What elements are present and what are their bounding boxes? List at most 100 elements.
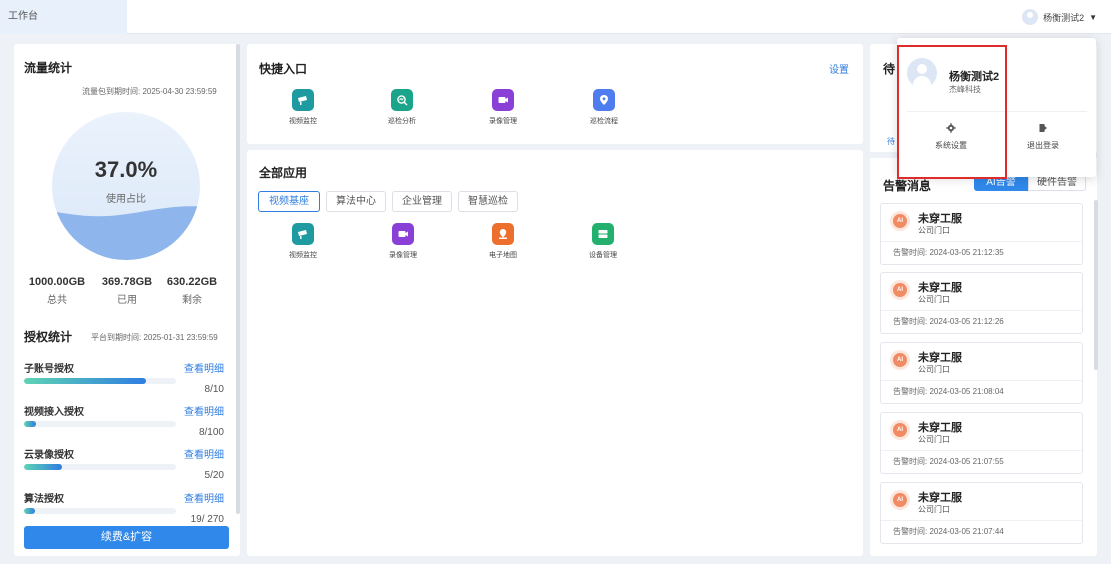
usage-percent-label: 使用占比 [106,194,146,205]
device-icon [592,223,614,245]
progress-track [24,508,176,514]
traffic-expiry: 流量包到期时间: 2025-04-30 23:59:59 [82,87,217,96]
quick-item-inspection-flow[interactable]: 巡检流程 [574,89,634,126]
auth-row-name: 子账号授权 [24,364,74,375]
auth-row-subaccount: 子账号授权 查看明细 8/10 [24,360,224,400]
quick-item-video-monitor[interactable]: 视频监控 [273,89,333,126]
progress-track [24,464,176,470]
app-label: 视频监控 [289,252,317,259]
progress-fill [24,378,146,384]
usage-gauge: 37.0% 使用占比 [52,112,200,260]
card-divider [881,241,1082,242]
alert-card-location: 公司门口 [918,505,950,514]
stat-total: 1000.00GB 总共 [22,276,92,306]
progress-fill [24,508,35,514]
quick-entry-title: 快捷入口 [259,62,308,76]
todo-link[interactable]: 待 [887,136,895,147]
avatar-icon [1022,9,1039,25]
card-divider [881,450,1082,451]
card-divider [881,380,1082,381]
renew-expand-button[interactable]: 续费&扩容 [24,526,229,549]
app-video-monitor[interactable]: 视频监控 [273,223,333,260]
logout-icon [1039,124,1047,132]
alert-card-time: 告警时间: 2024-03-05 21:07:55 [893,457,1004,466]
tab-enterprise-management[interactable]: 企业管理 [392,191,452,212]
alert-card-title: 未穿工服 [918,213,962,225]
stat-total-label: 总共 [47,295,67,306]
logout-button[interactable]: 退出登录 [1013,122,1073,151]
auth-row-cloud-record: 云录像授权 查看明细 5/20 [24,446,224,486]
card-divider [881,310,1082,311]
auth-row-name: 云录像授权 [24,450,74,461]
view-detail-link[interactable]: 查看明细 [184,360,224,375]
todo-title: 待 [883,62,896,76]
alert-card[interactable]: AI 未穿工服 公司门口 告警时间: 2024-03-05 21:12:26 [880,272,1083,334]
auth-row-count: 8/10 [204,384,224,395]
right-scrollbar[interactable] [1094,200,1098,370]
alert-card[interactable]: AI 未穿工服 公司门口 告警时间: 2024-03-05 21:07:44 [880,482,1083,544]
view-detail-link[interactable]: 查看明细 [184,403,224,418]
ai-badge-icon: AI [893,493,907,507]
app-electronic-map[interactable]: 电子地图 [473,223,533,260]
view-detail-link[interactable]: 查看明细 [184,490,224,505]
auth-title: 授权统计 [24,330,73,344]
alert-card-location: 公司门口 [918,365,950,374]
progress-track [24,421,176,427]
app-video-record[interactable]: 录像管理 [373,223,433,260]
progress-fill [24,464,62,470]
traffic-title: 流量统计 [24,61,73,75]
alert-card[interactable]: AI 未穿工服 公司门口 告警时间: 2024-03-05 21:12:35 [880,203,1083,265]
auth-row-count: 19/ 270 [190,514,224,525]
tab-algorithm-center[interactable]: 算法中心 [326,191,386,212]
video-record-icon [392,223,414,245]
alert-card-title: 未穿工服 [918,422,962,434]
app-label: 电子地图 [489,252,517,259]
alert-card[interactable]: AI 未穿工服 公司门口 告警时间: 2024-03-05 21:07:55 [880,412,1083,474]
tab-smart-inspection[interactable]: 智慧巡检 [458,191,518,212]
map-icon [492,223,514,245]
app-label: 录像管理 [389,252,417,259]
ai-badge-icon: AI [893,283,907,297]
caret-down-icon: ▼ [1089,12,1097,22]
user-menu-trigger[interactable]: 杨衡测试2 ▼ [1022,8,1097,26]
auth-row-name: 视频接入授权 [24,407,84,418]
tab-workbench[interactable]: 工作台 [0,0,127,34]
alert-card-time: 告警时间: 2024-03-05 21:07:44 [893,527,1004,536]
auth-row-count: 5/20 [204,470,224,481]
inspection-analysis-icon [391,89,413,111]
logout-label: 退出登录 [1027,141,1059,150]
video-record-icon [492,89,514,111]
tab-video-base[interactable]: 视频基座 [258,191,320,212]
alert-card-location: 公司门口 [918,435,950,444]
left-panel: 流量统计 流量包到期时间: 2025-04-30 23:59:59 37.0% … [14,44,240,556]
quick-entry-settings-link[interactable]: 设置 [829,61,849,76]
left-scrollbar[interactable] [236,44,240,514]
quick-item-video-record[interactable]: 录像管理 [473,89,533,126]
alert-card-location: 公司门口 [918,226,950,235]
stat-total-value: 1000.00GB [28,276,86,288]
camera-icon [292,89,314,111]
auth-row-name: 算法授权 [24,494,64,505]
quick-item-inspection-analysis[interactable]: 巡检分析 [372,89,432,126]
ai-badge-icon: AI [893,214,907,228]
alert-card-title: 未穿工服 [918,282,962,294]
gauge-wave [52,206,200,260]
quick-item-label: 录像管理 [489,118,517,125]
all-apps-panel: 全部应用 视频基座 算法中心 企业管理 智慧巡检 视频监控 录像管理 电子地图 … [247,150,863,556]
location-pin-icon [593,89,615,111]
app-device-management[interactable]: 设备管理 [573,223,633,260]
view-detail-link[interactable]: 查看明细 [184,446,224,461]
quick-item-label: 巡检流程 [590,118,618,125]
card-divider [881,520,1082,521]
quick-entry-panel: 快捷入口 设置 视频监控 巡检分析 录像管理 巡检流程 [247,44,863,144]
user-name: 杨衡测试2 [1043,12,1085,23]
usage-percent: 37.0% [94,157,158,182]
alert-card[interactable]: AI 未穿工服 公司门口 告警时间: 2024-03-05 21:08:04 [880,342,1083,404]
ai-badge-icon: AI [893,353,907,367]
alert-card-time: 告警时间: 2024-03-05 21:12:26 [893,317,1004,326]
all-apps-title: 全部应用 [259,166,308,180]
stat-used: 369.78GB 已用 [92,276,162,306]
alert-card-location: 公司门口 [918,295,950,304]
top-bar: 工作台 杨衡测试2 ▼ [0,0,1111,34]
auth-row-count: 8/100 [198,427,224,438]
